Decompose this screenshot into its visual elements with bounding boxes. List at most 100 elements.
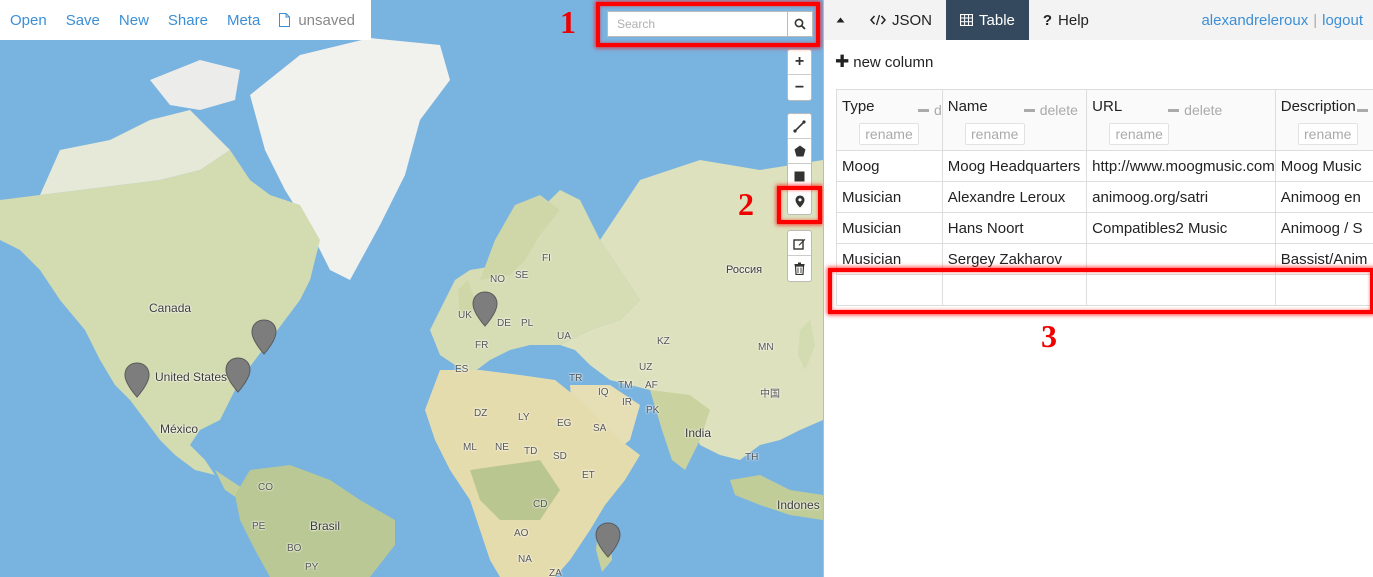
draw-line-button[interactable] — [788, 114, 811, 139]
search-icon — [794, 18, 806, 30]
table-cell[interactable]: Musician — [836, 243, 943, 275]
user-area: alexandreleroux | logout — [1201, 0, 1363, 40]
map-label-pk: PK — [646, 405, 660, 416]
table-icon — [960, 14, 974, 26]
map-marker-pin-icon[interactable] — [124, 362, 150, 398]
table-cell-empty[interactable] — [941, 274, 1088, 306]
username-link[interactable]: alexandreleroux — [1201, 12, 1308, 29]
table-cell[interactable]: Compatibles2 Music — [1086, 212, 1276, 244]
map-label-za: ZA — [549, 568, 562, 577]
delete-layers-button[interactable] — [788, 256, 811, 281]
table-cell[interactable]: Bassist/Anim — [1274, 243, 1373, 275]
rename-column-button[interactable]: rename — [1109, 123, 1170, 145]
map-label-tm: TM — [618, 380, 633, 391]
zoom-in-button[interactable]: + — [788, 50, 811, 75]
map-marker-pin-icon[interactable] — [595, 522, 621, 558]
search-button[interactable] — [787, 12, 812, 36]
draw-polygon-button[interactable] — [788, 139, 811, 164]
zoom-controls: + − — [787, 49, 812, 101]
table-cell[interactable]: http://www.moogmusic.com — [1086, 150, 1276, 182]
save-button[interactable]: Save — [66, 12, 100, 29]
table-cell[interactable]: animoog.org/satri — [1086, 181, 1276, 213]
code-icon — [870, 14, 886, 26]
new-column-button[interactable]: ✚ new column — [835, 52, 933, 72]
map-label-brasil: Brasil — [310, 519, 341, 533]
search-input[interactable] — [608, 12, 787, 36]
map-label-se: SE — [515, 270, 529, 281]
table-cell[interactable]: Hans Noort — [941, 212, 1088, 244]
column-header: Name delete rename — [941, 89, 1088, 151]
table-cell-empty[interactable] — [1274, 274, 1373, 306]
map-label-na: NA — [518, 554, 532, 565]
table-cell[interactable]: Animoog / S — [1274, 212, 1373, 244]
open-button[interactable]: Open — [10, 12, 47, 29]
draw-marker-button[interactable] — [788, 189, 811, 214]
logout-link[interactable]: logout — [1322, 12, 1363, 29]
rename-column-button[interactable]: rename — [859, 123, 919, 145]
meta-button[interactable]: Meta — [227, 12, 260, 29]
tab-json[interactable]: JSON — [856, 0, 947, 40]
tab-table[interactable]: Table — [946, 0, 1029, 40]
table-cell[interactable]: Moog — [836, 150, 943, 182]
table-header-row: Type delete rename Name delete rename URL del… — [836, 89, 1373, 151]
table-cell[interactable]: Alexandre Leroux — [941, 181, 1088, 213]
minus-icon — [1168, 108, 1180, 112]
delete-column-label: delete — [1039, 102, 1078, 118]
save-status-label: unsaved — [298, 11, 356, 29]
map-label-td: TD — [524, 446, 538, 457]
column-header-name: Name — [947, 98, 988, 115]
map-label-uk: UK — [458, 310, 472, 321]
rename-column-button[interactable]: rename — [964, 123, 1025, 145]
map-label-eg: EG — [557, 418, 572, 429]
tab-help[interactable]: ? Help — [1028, 0, 1103, 40]
table-cell[interactable]: Animoog en — [1274, 181, 1373, 213]
edit-icon — [793, 238, 806, 250]
table-cell[interactable]: Musician — [836, 212, 943, 244]
delete-column-button[interactable]: delete — [918, 102, 941, 118]
minus-icon — [918, 108, 929, 112]
plus-icon: + — [794, 53, 805, 70]
map-view[interactable]: Canada United States México Brasil India… — [0, 0, 823, 577]
new-button[interactable]: New — [119, 12, 149, 29]
map-label-ua: UA — [557, 331, 571, 342]
caret-up-icon — [836, 17, 844, 23]
map-label-india: India — [685, 426, 712, 440]
map-label-fi: FI — [542, 253, 551, 264]
map-label-fr: FR — [475, 340, 489, 351]
collapse-panel-button[interactable] — [824, 0, 856, 40]
map-label-sd: SD — [553, 451, 567, 462]
plus-icon: ✚ — [835, 52, 850, 71]
draw-controls — [787, 113, 812, 215]
map-label-tr: TR — [569, 373, 583, 384]
minus-icon: − — [794, 78, 805, 96]
edit-controls — [787, 230, 812, 282]
zoom-out-button[interactable]: − — [788, 75, 811, 100]
map-label-russia: Россия — [726, 264, 763, 276]
rename-column-button[interactable]: rename — [1297, 123, 1358, 145]
map-marker-pin-icon[interactable] — [225, 357, 251, 393]
feature-table-container: Type delete rename Name delete rename URL del… — [836, 89, 1373, 306]
save-status: unsaved — [279, 12, 355, 29]
table-cell[interactable] — [1086, 243, 1276, 275]
table-cell-empty[interactable] — [1086, 274, 1276, 306]
map-marker-pin-icon[interactable] — [251, 319, 277, 355]
table-cell[interactable]: Moog Music — [1274, 150, 1373, 182]
share-button[interactable]: Share — [168, 12, 208, 29]
draw-rectangle-button[interactable] — [788, 164, 811, 189]
delete-column-button[interactable]: delete — [1168, 102, 1222, 118]
table-cell-empty[interactable] — [836, 274, 943, 306]
edit-layers-button[interactable] — [788, 231, 811, 256]
column-header: Type delete rename — [836, 89, 943, 151]
map-label-pe: PE — [252, 521, 266, 532]
annotation-number-3: 3 — [1041, 318, 1057, 354]
table-cell[interactable]: Musician — [836, 181, 943, 213]
delete-column-button[interactable]: delete — [1023, 102, 1078, 118]
delete-column-button[interactable]: delete — [1356, 102, 1373, 118]
tab-help-label: Help — [1058, 11, 1089, 29]
map-label-ne: NE — [495, 442, 509, 453]
table-cell[interactable]: Sergey Zakharov — [941, 243, 1088, 275]
map-marker-pin-icon[interactable] — [472, 291, 498, 327]
trash-icon — [794, 262, 805, 275]
table-cell[interactable]: Moog Headquarters — [941, 150, 1088, 182]
map-label-canada: Canada — [149, 301, 192, 315]
